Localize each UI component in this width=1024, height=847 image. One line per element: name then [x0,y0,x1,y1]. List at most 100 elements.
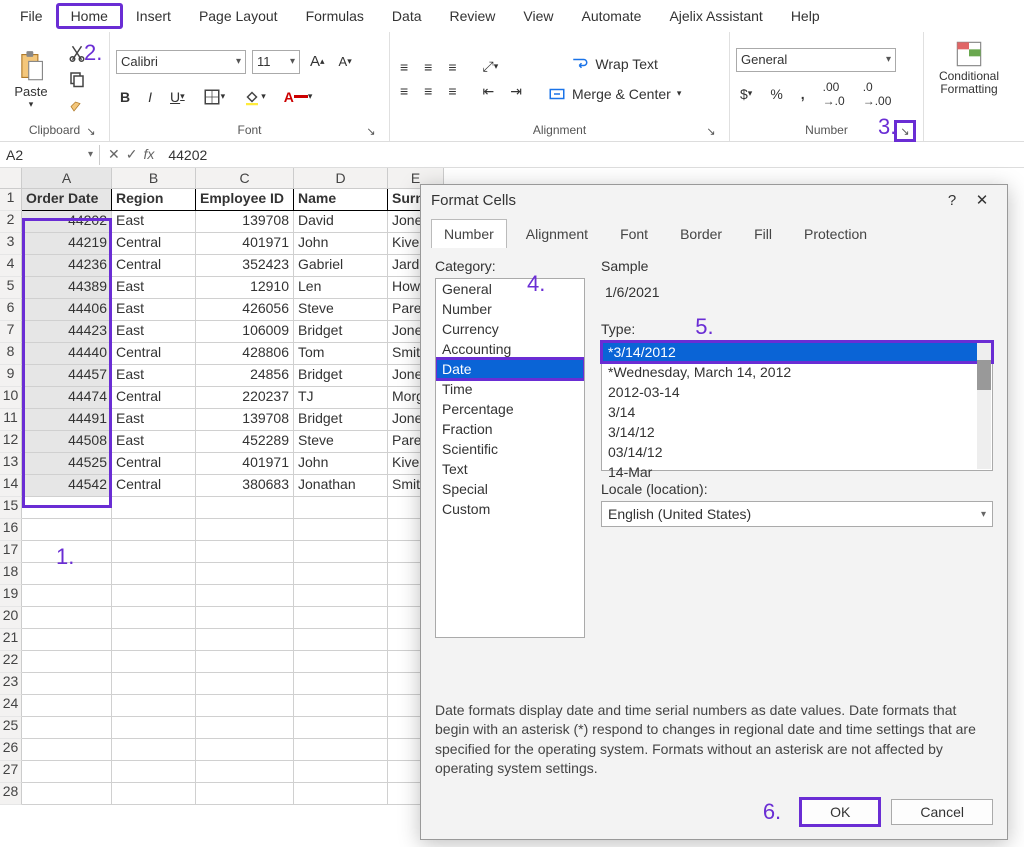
increase-decimal-button[interactable]: .00→.0 [819,78,849,110]
row-header[interactable]: 8 [0,343,22,365]
cancel-button[interactable]: Cancel [891,799,993,825]
wrap-text-button[interactable]: Wrap Text [544,53,685,75]
cell[interactable]: East [112,299,196,321]
underline-button[interactable]: U ▾ [166,87,189,107]
cell[interactable]: Central [112,387,196,409]
column-header-A[interactable]: A [22,168,112,189]
cell[interactable]: Steve [294,431,388,453]
row-header[interactable]: 11 [0,409,22,431]
italic-button[interactable]: I [144,87,156,107]
cell[interactable] [294,783,388,805]
number-format-combo[interactable]: General▾ [736,48,896,72]
cell[interactable] [22,607,112,629]
cell[interactable]: 44491 [22,409,112,431]
font-name-combo[interactable]: Calibri▾ [116,50,246,74]
alignment-expand-icon[interactable]: ↘ [703,123,719,139]
align-right-button[interactable]: ≡ [444,81,460,101]
cell[interactable] [294,717,388,739]
cell[interactable]: 44423 [22,321,112,343]
comma-button[interactable]: , [797,84,809,104]
menu-automate[interactable]: Automate [568,4,656,28]
menu-ajelix-assistant[interactable]: Ajelix Assistant [655,4,776,28]
row-header[interactable]: 3 [0,233,22,255]
row-header[interactable]: 1 [0,189,22,211]
scrollbar-thumb[interactable] [977,360,991,390]
number-expand-icon[interactable]: ↘ [897,123,913,139]
cell[interactable]: Central [112,233,196,255]
cell[interactable] [22,783,112,805]
cell[interactable]: 426056 [196,299,294,321]
row-header[interactable]: 7 [0,321,22,343]
cell[interactable] [22,497,112,519]
locale-combo[interactable]: English (United States) ▾ [601,501,993,527]
row-header[interactable]: 6 [0,299,22,321]
tab-alignment[interactable]: Alignment [513,219,601,248]
row-header[interactable]: 15 [0,497,22,519]
align-top-button[interactable]: ≡ [396,57,412,77]
align-center-button[interactable]: ≡ [420,81,436,101]
row-header[interactable]: 10 [0,387,22,409]
row-header[interactable]: 14 [0,475,22,497]
tab-fill[interactable]: Fill [741,219,785,248]
bold-button[interactable]: B [116,87,134,107]
row-header[interactable]: 27 [0,761,22,783]
row-header[interactable]: 12 [0,431,22,453]
accept-formula-icon[interactable]: ✓ [126,146,138,163]
font-size-combo[interactable]: 11▾ [252,50,300,74]
cell[interactable]: Steve [294,299,388,321]
cell[interactable]: Len [294,277,388,299]
ok-button[interactable]: OK [801,799,879,825]
table-header[interactable]: Order Date [22,189,112,211]
cell[interactable]: 44508 [22,431,112,453]
cell[interactable]: 44440 [22,343,112,365]
close-button[interactable]: ✕ [967,191,997,209]
type-listbox[interactable]: *3/14/2012*Wednesday, March 14, 20122012… [601,341,993,471]
increase-indent-button[interactable]: ⇥ [506,81,526,102]
cell[interactable] [22,739,112,761]
cell[interactable]: 44525 [22,453,112,475]
fill-color-button[interactable]: ▾ [239,86,270,108]
cell[interactable]: 44219 [22,233,112,255]
row-header[interactable]: 21 [0,629,22,651]
table-header[interactable]: Region [112,189,196,211]
cell[interactable] [112,673,196,695]
formula-input[interactable]: 44202 [162,145,1024,165]
cell[interactable]: 44202 [22,211,112,233]
category-item[interactable]: Fraction [436,419,584,439]
font-color-button[interactable]: A▾ [280,87,317,107]
decrease-indent-button[interactable]: ⇤ [479,81,499,102]
menu-insert[interactable]: Insert [122,4,185,28]
cell[interactable] [196,761,294,783]
cell[interactable]: 44406 [22,299,112,321]
cell[interactable] [294,695,388,717]
cell[interactable] [112,519,196,541]
align-left-button[interactable]: ≡ [396,81,412,101]
cell[interactable] [112,739,196,761]
cell[interactable]: 44236 [22,255,112,277]
cell[interactable] [294,673,388,695]
cell[interactable]: 220237 [196,387,294,409]
name-box[interactable]: A2 ▾ [0,145,100,165]
cell[interactable] [196,563,294,585]
cell[interactable]: John [294,453,388,475]
cell[interactable]: East [112,277,196,299]
cell[interactable]: Jonathan [294,475,388,497]
cell[interactable] [112,695,196,717]
cell[interactable]: 401971 [196,453,294,475]
category-item[interactable]: Date [436,359,584,379]
cell[interactable]: East [112,211,196,233]
row-header[interactable]: 26 [0,739,22,761]
menu-home[interactable]: Home [57,4,122,28]
cell[interactable] [294,761,388,783]
cut-button[interactable] [64,42,90,64]
cell[interactable]: Bridget [294,365,388,387]
cell[interactable] [22,673,112,695]
cell[interactable] [112,629,196,651]
cell[interactable] [22,651,112,673]
cell[interactable]: Central [112,475,196,497]
copy-button[interactable] [64,68,90,90]
row-header[interactable]: 28 [0,783,22,805]
cell[interactable]: Central [112,255,196,277]
menu-formulas[interactable]: Formulas [292,4,378,28]
cell[interactable]: 352423 [196,255,294,277]
